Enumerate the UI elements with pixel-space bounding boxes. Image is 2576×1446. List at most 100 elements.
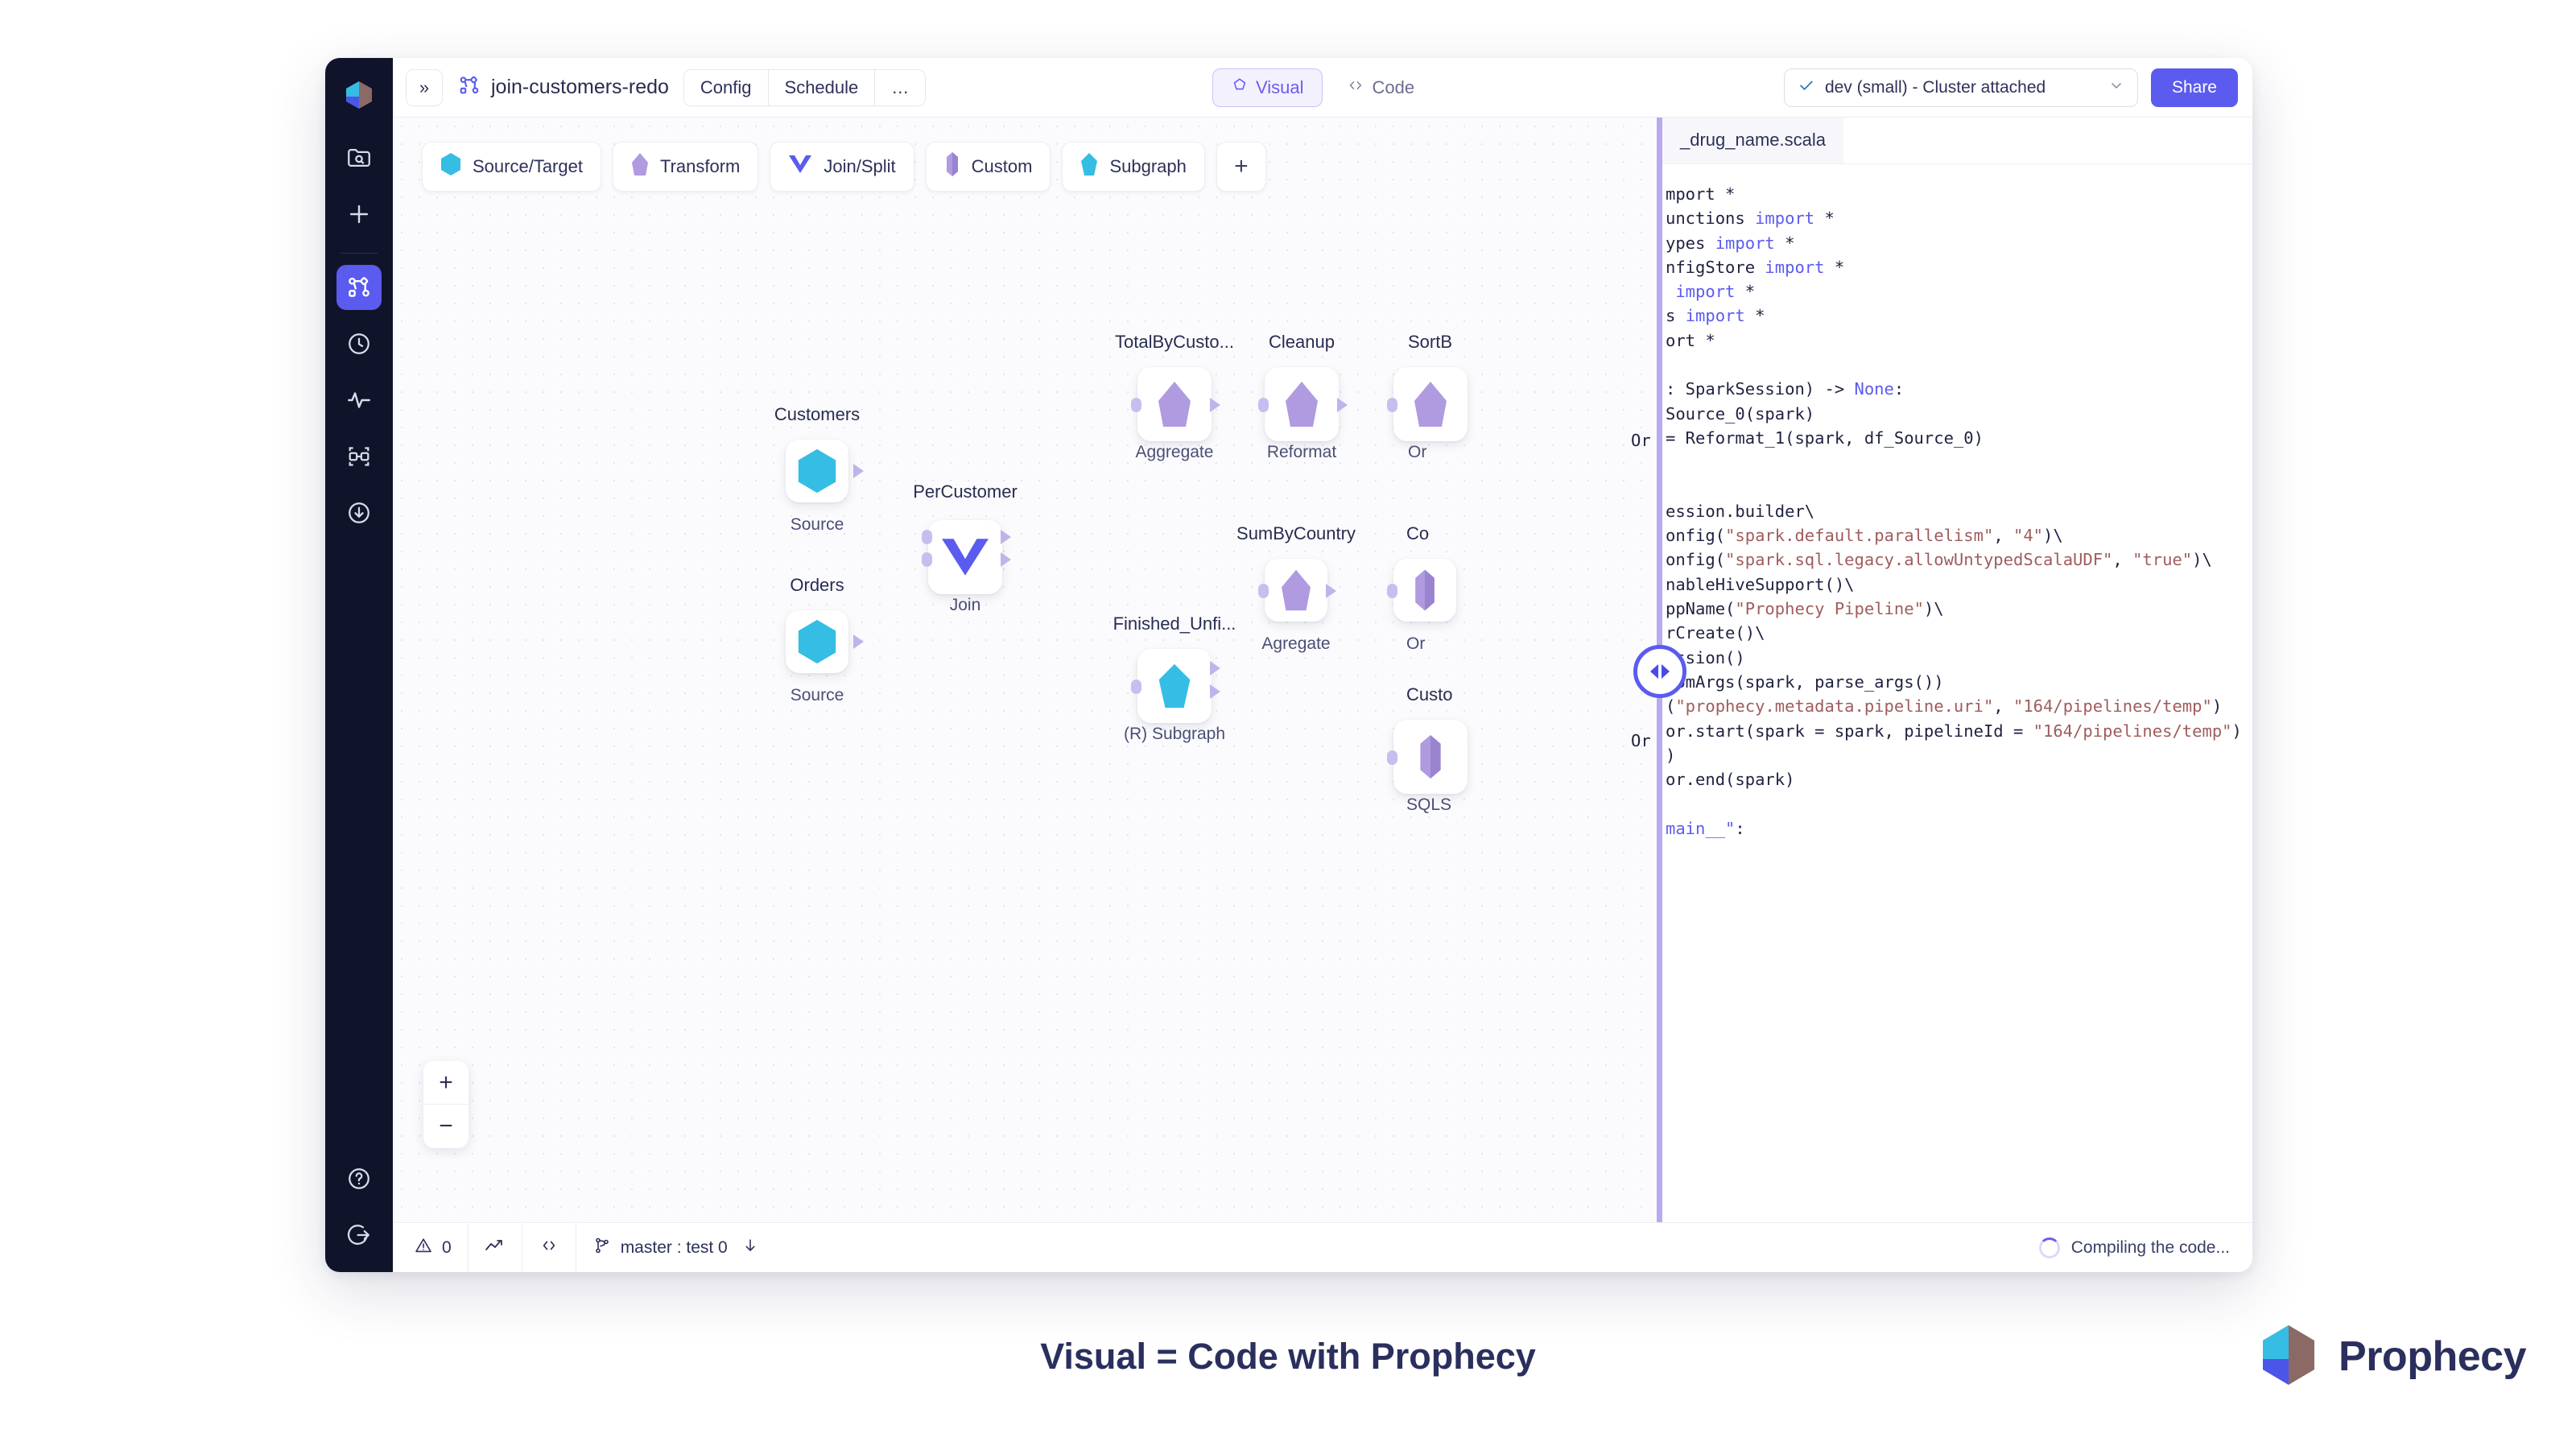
output-port-arrow <box>853 634 864 649</box>
node-subtitle: Reformat <box>1267 443 1336 462</box>
code-line: ypes import * <box>1662 231 2252 255</box>
left-sidebar <box>325 58 393 1272</box>
node-box[interactable] <box>786 440 848 502</box>
zoom-in-button[interactable]: + <box>423 1061 469 1105</box>
code-line: ort * <box>1662 328 2252 353</box>
code-line: onfig("spark.default.parallelism", "4")\ <box>1662 523 2252 547</box>
more-options-button[interactable]: … <box>875 69 926 106</box>
node-title: PerCustomer <box>913 481 1018 502</box>
output-port-arrow <box>1337 398 1348 412</box>
tab-code[interactable]: Code <box>1327 68 1433 107</box>
node-finished-unfinished[interactable]: Finished_Unfi... (R) Subgraph <box>1137 649 1212 723</box>
hexagon-cyan-icon <box>796 448 838 494</box>
input-port[interactable] <box>1131 398 1141 412</box>
input-port[interactable] <box>1258 398 1269 412</box>
palette-source-target-button[interactable]: Source/Target <box>422 142 601 192</box>
code-line: ession() <box>1662 646 2252 670</box>
node-box[interactable] <box>1393 367 1468 441</box>
pentagon-purple-icon <box>1283 380 1320 428</box>
node-sumbycountry[interactable]: SumByCountry Agregate <box>1265 559 1327 622</box>
sidebar-item-history[interactable] <box>336 321 382 366</box>
output-port-arrow <box>1001 530 1011 544</box>
page-title: join-customers-redo <box>491 76 669 99</box>
node-totalbycustomer[interactable]: TotalByCusto... Aggregate <box>1137 367 1212 441</box>
code-line: or.start(spark = spark, pipelineId = "16… <box>1662 719 2252 743</box>
code-line: ) <box>1662 743 2252 767</box>
code-line <box>1662 791 2252 816</box>
split-divider[interactable] <box>1657 118 1662 1222</box>
spinner-icon <box>2039 1237 2060 1258</box>
palette-subgraph-button[interactable]: Subgraph <box>1062 142 1204 192</box>
tab-config[interactable]: Config <box>683 69 769 106</box>
tab-schedule[interactable]: Schedule <box>769 69 876 106</box>
split-divider-handle[interactable] <box>1633 645 1686 698</box>
input-port[interactable] <box>1387 398 1397 412</box>
node-box[interactable] <box>786 610 848 673</box>
prophecy-logo-icon[interactable] <box>336 72 382 118</box>
cluster-select[interactable]: dev (small) - Cluster attached <box>1784 68 2138 107</box>
status-branch-text: master : test 0 <box>621 1238 728 1258</box>
palette-join-split-button[interactable]: Join/Split <box>770 142 914 192</box>
check-icon <box>1798 76 1815 99</box>
sidebar-item-monitoring[interactable] <box>336 378 382 423</box>
main-column: » join-customers-redo Config Schedule … <box>393 58 2252 1272</box>
sidebar-item-search-folder[interactable] <box>336 135 382 180</box>
tab-visual[interactable]: Visual <box>1212 68 1323 107</box>
node-combine[interactable]: Co Or <box>1393 559 1456 622</box>
node-cleanup[interactable]: Cleanup Reformat <box>1265 367 1339 441</box>
input-port[interactable] <box>922 552 932 567</box>
node-box[interactable] <box>1393 720 1468 794</box>
output-port-arrow <box>1210 398 1220 412</box>
node-sortby[interactable]: SortB Or <box>1393 367 1468 441</box>
node-percustomer[interactable]: PerCustomer Join <box>928 520 1002 594</box>
collapse-sidebar-button[interactable]: » <box>406 69 443 106</box>
palette-add-button[interactable]: + <box>1216 142 1266 192</box>
node-box[interactable] <box>1137 649 1212 723</box>
node-title: SumByCountry <box>1236 523 1356 544</box>
status-code-button[interactable] <box>522 1223 576 1273</box>
pentagon-cyan-icon <box>1153 663 1196 709</box>
input-port[interactable] <box>1258 584 1269 598</box>
input-port[interactable] <box>1387 750 1397 765</box>
code-file-tab[interactable]: _drug_name.scala <box>1662 118 1843 163</box>
output-port-arrow <box>1001 552 1011 567</box>
code-line <box>1662 450 2252 474</box>
node-box[interactable] <box>1137 367 1212 441</box>
node-box[interactable] <box>928 520 1002 594</box>
node-customer-sql[interactable]: Custo SQLS <box>1393 720 1468 794</box>
node-subtitle: Or <box>1408 443 1426 462</box>
node-subtitle: Agregate <box>1261 634 1330 654</box>
top-bar: » join-customers-redo Config Schedule … <box>393 58 2252 118</box>
header-tabs: Config Schedule … <box>683 69 926 106</box>
help-circle-icon[interactable] <box>336 1156 382 1201</box>
code-editor[interactable]: mport *unctions import *ypes import *nfi… <box>1662 164 2252 841</box>
code-line: Source_0(spark) <box>1662 402 2252 426</box>
input-port[interactable] <box>1131 680 1141 694</box>
sidebar-item-pipelines[interactable] <box>336 265 382 310</box>
node-box[interactable] <box>1265 559 1327 622</box>
sidebar-item-add[interactable] <box>336 192 382 237</box>
node-orders[interactable]: Orders Source <box>786 610 848 673</box>
code-line: romArgs(spark, parse_args()) <box>1662 670 2252 694</box>
node-box[interactable] <box>1265 367 1339 441</box>
trend-arrow-icon <box>485 1237 506 1259</box>
sidebar-item-deploy[interactable] <box>336 490 382 535</box>
status-compiling-text: Compiling the code... <box>2071 1238 2230 1258</box>
code-line: import * <box>1662 279 2252 304</box>
status-warnings[interactable]: 0 <box>398 1223 469 1273</box>
node-subtitle: Or <box>1406 634 1425 654</box>
palette-transform-button[interactable]: Transform <box>613 142 758 192</box>
node-box[interactable] <box>1393 559 1456 622</box>
status-metrics-button[interactable] <box>469 1223 522 1273</box>
logout-icon[interactable] <box>336 1213 382 1258</box>
palette-custom-button[interactable]: Custom <box>926 142 1051 192</box>
input-port[interactable] <box>922 530 932 544</box>
prophecy-logo-icon <box>2256 1320 2321 1394</box>
status-branch[interactable]: master : test 0 <box>576 1223 775 1273</box>
share-button[interactable]: Share <box>2151 68 2238 107</box>
zoom-out-button[interactable]: − <box>423 1105 469 1148</box>
node-customers[interactable]: Customers Source <box>786 440 848 502</box>
sidebar-item-lineage[interactable] <box>336 434 382 479</box>
input-port[interactable] <box>1387 584 1397 598</box>
palette-transform-label: Transform <box>660 156 740 177</box>
